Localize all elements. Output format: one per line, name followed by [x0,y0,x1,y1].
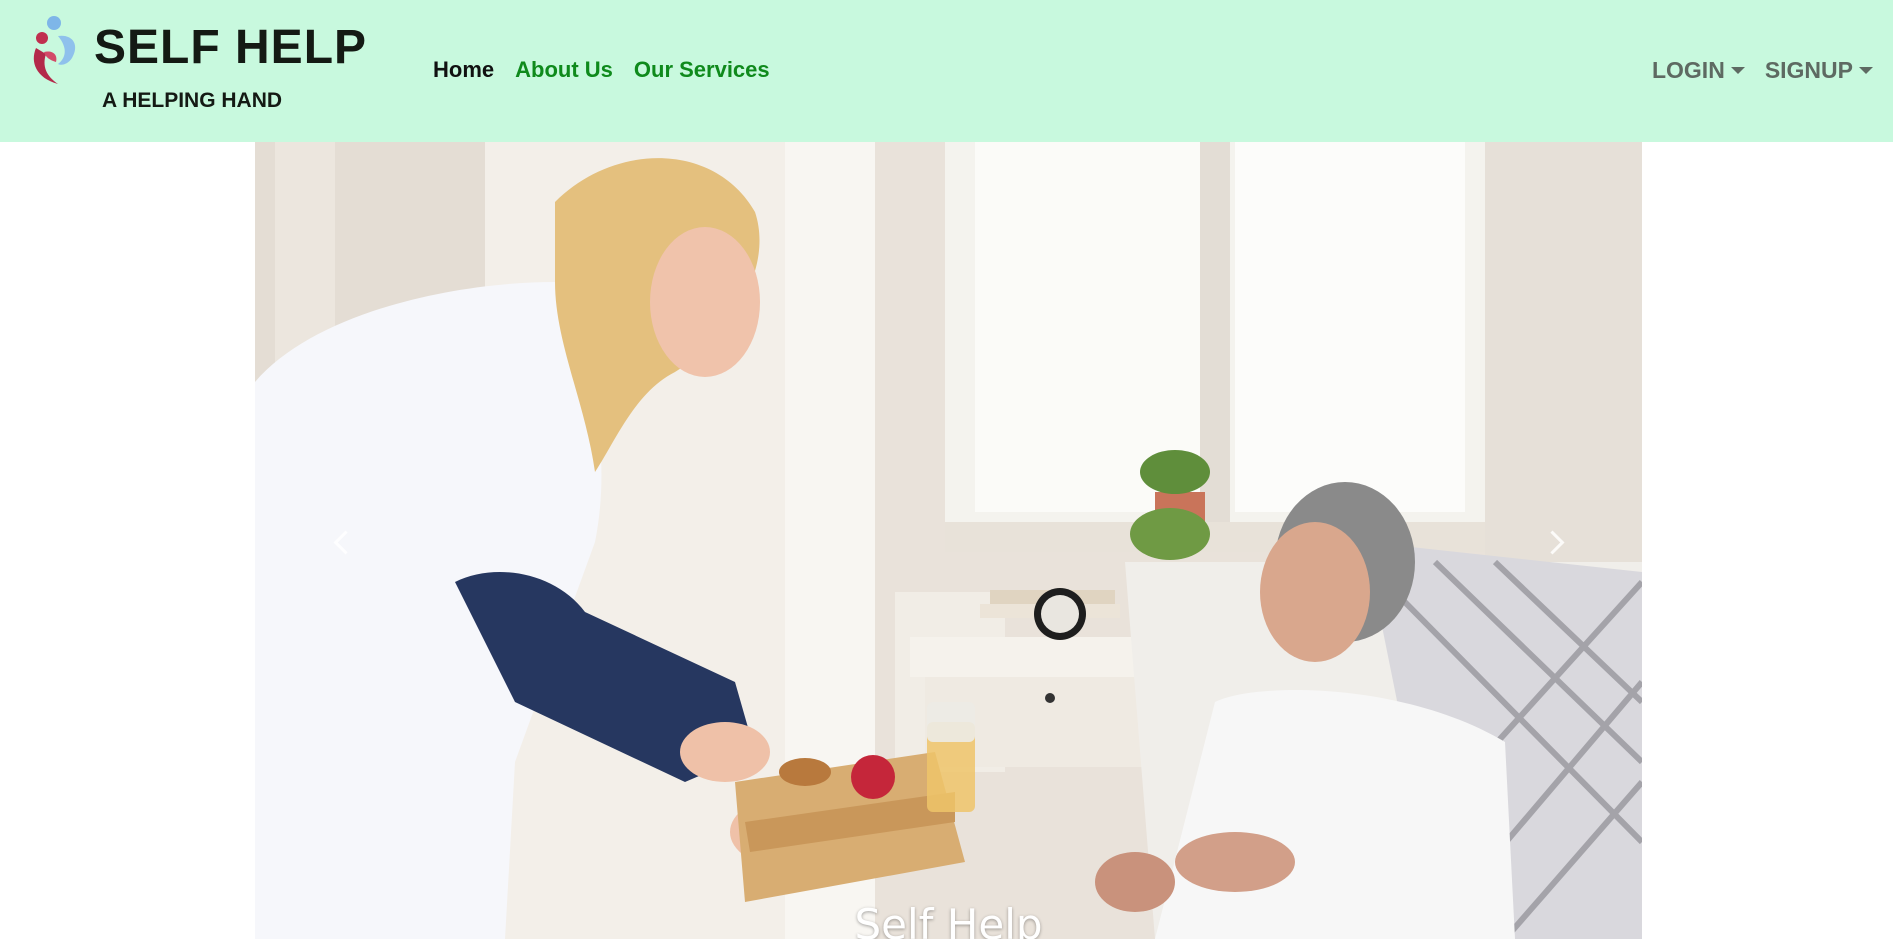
brand[interactable]: SELF HELP A HELPING HAND [28,14,378,124]
chevron-right-icon [1539,529,1565,555]
caret-down-icon [1859,66,1873,74]
carousel-prev-button[interactable] [285,472,405,612]
auth-nav: LOGIN SIGNUP [1652,56,1873,84]
hero-carousel: Self Help [255,142,1642,939]
navbar: SELF HELP A HELPING HAND Home About Us O… [0,0,1893,142]
carousel-caption: Self Help [854,900,1043,939]
login-label: LOGIN [1651,57,1725,83]
carousel-slide-image [255,142,1642,939]
carousel-next-button[interactable] [1492,472,1612,612]
main-nav: Home About Us Our Services [433,56,770,84]
login-dropdown[interactable]: LOGIN [1652,56,1745,84]
signup-dropdown[interactable]: SIGNUP [1765,56,1873,84]
brand-tagline: A HELPING HAND [102,89,283,112]
people-helping-icon [33,16,76,84]
caret-down-icon [1730,66,1745,74]
nav-link-our-services[interactable]: Our Services [634,56,770,84]
brand-title: SELF HELP [94,21,368,74]
nav-link-about-us[interactable]: About Us [515,56,613,84]
nav-link-home[interactable]: Home [433,56,494,84]
chevron-left-icon [332,529,358,555]
signup-label: SIGNUP [1764,57,1853,83]
